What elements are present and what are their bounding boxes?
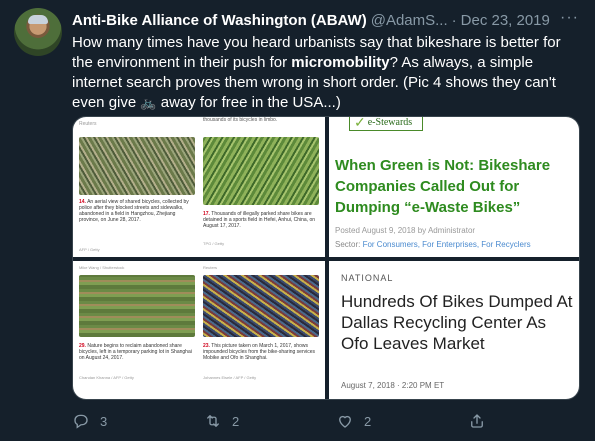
pic2-sector-label: Sector: [335, 240, 363, 249]
pic2-sector-links: For Consumers, For Enterprises, For Recy… [362, 240, 531, 249]
pic3-caption2: 23. This picture taken on March 1, 2017,… [203, 343, 319, 361]
retweet-count: 2 [232, 413, 240, 429]
pic1-top-text: thousands of its bicycles in limbo. [203, 117, 278, 123]
tweet-text-part3: away for free in the USA...) [156, 94, 341, 111]
pic1-credit2: TPG / Getty [203, 241, 225, 246]
author-name[interactable]: Anti-Bike Alliance of Washington (ABAW) [72, 12, 367, 29]
more-icon[interactable]: ··· [560, 9, 579, 27]
check-icon: ✓ [354, 117, 366, 130]
tweet-header: Anti-Bike Alliance of Washington (ABAW) … [72, 10, 582, 30]
like-count: 2 [364, 413, 372, 429]
pic3-top-credit: Mike Wang / Shutterstock [79, 265, 125, 270]
pic3-credit: Chandan Khanna / AFP / Getty [79, 375, 134, 380]
pic3-top-credit2: Reuters [203, 265, 218, 270]
tweet-date[interactable]: Dec 23, 2019 [461, 12, 550, 29]
like-button[interactable]: 2 [336, 412, 371, 430]
pic2-posted: Posted August 9, 2018 by Administrator [335, 226, 476, 235]
pic1-credit: AFP / Getty [79, 247, 100, 252]
retweet-button[interactable]: 2 [204, 412, 239, 430]
pic4-kicker: NATIONAL [341, 273, 394, 283]
pic1-caption2: 17. Thousands of illegally parked share … [203, 211, 319, 229]
avatar[interactable] [14, 8, 62, 56]
reply-count: 3 [100, 413, 108, 429]
tweet-text: How many times have you heard urbanists … [72, 33, 572, 113]
media-image-1[interactable]: Reuters thousands of its bicycles in lim… [73, 117, 325, 257]
pic1-photo-right [203, 137, 319, 205]
media-image-2[interactable]: ✓ e-Stewards When Green is Not: Bikeshar… [329, 117, 579, 257]
pic1-photo-left [79, 137, 195, 195]
pic3-photo-right [203, 275, 319, 337]
share-icon [471, 414, 483, 428]
media-image-3[interactable]: Mike Wang / Shutterstock Reuters 29. Nat… [73, 261, 325, 399]
media-grid: Reuters thousands of its bicycles in lim… [72, 116, 580, 400]
share-button[interactable] [468, 412, 496, 430]
author-handle[interactable]: @AdamS... [371, 12, 448, 29]
pic2-sector: Sector: For Consumers, For Enterprises, … [335, 240, 531, 249]
like-icon [339, 415, 351, 428]
pic3-credit2: Johannes Eisele / AFP / Getty [203, 375, 257, 380]
reply-button[interactable]: 3 [72, 412, 107, 430]
pic3-photo-left [79, 275, 195, 337]
pic4-headline: Hundreds Of Bikes Dumped At Dallas Recyc… [341, 292, 573, 353]
pic4-timestamp: August 7, 2018 · 2:20 PM ET [341, 381, 445, 390]
separator-dot: · [451, 11, 457, 29]
pic1-caption: 14. An aerial view of shared bicycles, c… [79, 199, 195, 223]
media-image-4[interactable]: NATIONAL Hundreds Of Bikes Dumped At Dal… [329, 261, 579, 399]
retweet-icon [207, 415, 219, 427]
pic3-caption: 29. Nature begins to reclaim abandoned s… [79, 343, 195, 361]
pic3-caption2-text: This picture taken on March 1, 2017, sho… [203, 343, 315, 361]
pic1-top-label: Reuters [79, 121, 97, 127]
logo-text: e-Stewards [367, 117, 413, 128]
tweet-actions: 3 2 2 [72, 412, 572, 432]
pic1-caption2-text: Thousands of illegally parked share bike… [203, 211, 316, 229]
e-stewards-logo: ✓ e-Stewards [349, 117, 423, 131]
pic2-headline: When Green is Not: Bikeshare Companies C… [335, 157, 551, 216]
avatar-helmet [28, 15, 48, 24]
reply-icon [74, 414, 88, 429]
tweet-text-bold: micromobility [291, 54, 390, 71]
bicycle-emoji-icon: 🚲 [140, 95, 157, 110]
pic3-caption-text: Nature begins to reclaim abandoned share… [79, 343, 192, 361]
pic1-caption-text: An aerial view of shared bicycles, colle… [79, 199, 189, 223]
